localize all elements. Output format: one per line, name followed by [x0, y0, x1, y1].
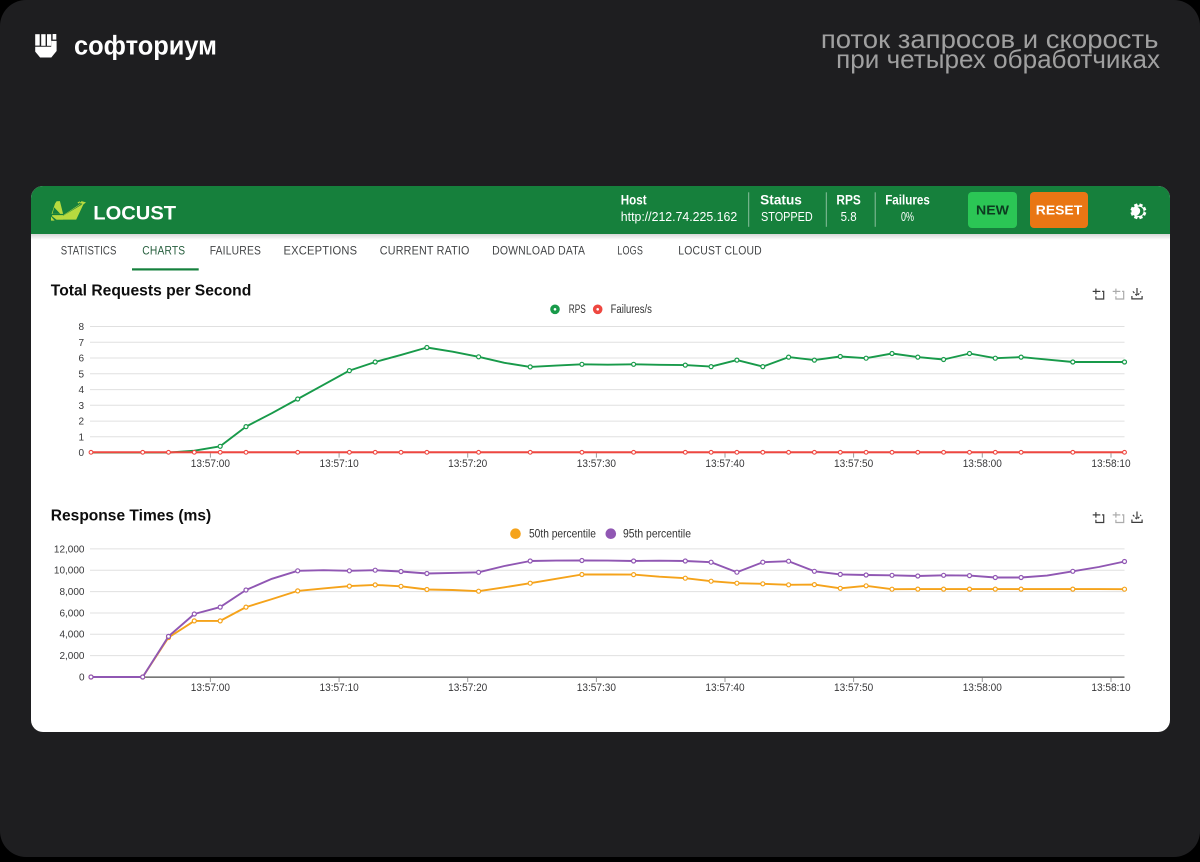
svg-text:12,000: 12,000	[54, 544, 85, 555]
svg-text:LOCUST: LOCUST	[93, 203, 176, 224]
svg-text:http://212.74.225.162: http://212.74.225.162	[621, 209, 737, 224]
svg-text:13:57:00: 13:57:00	[191, 682, 230, 694]
svg-text:7: 7	[78, 338, 84, 349]
svg-text:STATISTICS: STATISTICS	[61, 246, 117, 258]
svg-text:13:57:40: 13:57:40	[705, 682, 744, 694]
svg-text:NEW: NEW	[976, 203, 1010, 218]
svg-text:13:57:50: 13:57:50	[834, 682, 873, 694]
svg-text:RPS: RPS	[569, 304, 586, 316]
svg-text:1: 1	[78, 432, 84, 443]
svg-text:13:57:10: 13:57:10	[320, 458, 359, 470]
svg-text:2,000: 2,000	[59, 651, 84, 662]
svg-text:8,000: 8,000	[59, 587, 84, 598]
svg-text:4,000: 4,000	[59, 630, 84, 641]
svg-text:5: 5	[78, 369, 84, 380]
svg-text:Host: Host	[621, 193, 647, 208]
svg-text:Total Requests per Second: Total Requests per Second	[51, 283, 252, 300]
svg-text:3: 3	[78, 401, 84, 412]
svg-text:RPS: RPS	[836, 193, 860, 208]
svg-text:0%: 0%	[901, 209, 914, 224]
svg-text:0: 0	[78, 448, 84, 459]
svg-text:13:57:00: 13:57:00	[191, 458, 230, 470]
svg-text:13:57:20: 13:57:20	[448, 458, 487, 470]
svg-text:LOGS: LOGS	[617, 246, 643, 258]
svg-text:13:58:00: 13:58:00	[963, 682, 1002, 694]
svg-text:13:57:30: 13:57:30	[577, 682, 616, 694]
svg-text:Failures: Failures	[885, 193, 930, 208]
svg-text:DOWNLOAD DATA: DOWNLOAD DATA	[492, 246, 585, 258]
svg-text:CHARTS: CHARTS	[142, 246, 185, 258]
svg-text:4: 4	[78, 385, 84, 396]
svg-text:Status: Status	[760, 193, 802, 208]
svg-text:STOPPED: STOPPED	[761, 209, 813, 224]
svg-text:FAILURES: FAILURES	[210, 246, 262, 258]
svg-text:13:58:10: 13:58:10	[1091, 458, 1130, 470]
svg-text:13:57:10: 13:57:10	[320, 682, 359, 694]
svg-text:13:57:40: 13:57:40	[705, 458, 744, 470]
svg-text:50th percentile: 50th percentile	[529, 527, 596, 541]
svg-text:13:57:20: 13:57:20	[448, 682, 487, 694]
svg-text:CURRENT RATIO: CURRENT RATIO	[380, 246, 470, 258]
svg-text:8: 8	[78, 322, 84, 333]
svg-text:13:57:30: 13:57:30	[577, 458, 616, 470]
svg-text:6: 6	[78, 354, 84, 365]
svg-text:RESET: RESET	[1036, 203, 1082, 218]
svg-text:0: 0	[79, 672, 85, 683]
svg-text:13:57:50: 13:57:50	[834, 458, 873, 470]
svg-text:95th percentile: 95th percentile	[623, 527, 691, 541]
svg-text:10,000: 10,000	[54, 566, 85, 577]
svg-text:2: 2	[78, 417, 84, 428]
svg-text:Failures/s: Failures/s	[611, 304, 652, 316]
svg-text:Response Times (ms): Response Times (ms)	[51, 508, 211, 525]
svg-text:5.8: 5.8	[841, 209, 857, 224]
svg-text:EXCEPTIONS: EXCEPTIONS	[284, 246, 358, 258]
svg-text:13:58:00: 13:58:00	[963, 458, 1002, 470]
svg-text:при четырех обработчиках: при четырех обработчиках	[836, 44, 1160, 74]
svg-text:13:58:10: 13:58:10	[1091, 682, 1130, 694]
svg-text:LOCUST CLOUD: LOCUST CLOUD	[678, 246, 762, 258]
svg-text:софториум: софториум	[74, 30, 217, 60]
svg-text:6,000: 6,000	[59, 608, 84, 619]
